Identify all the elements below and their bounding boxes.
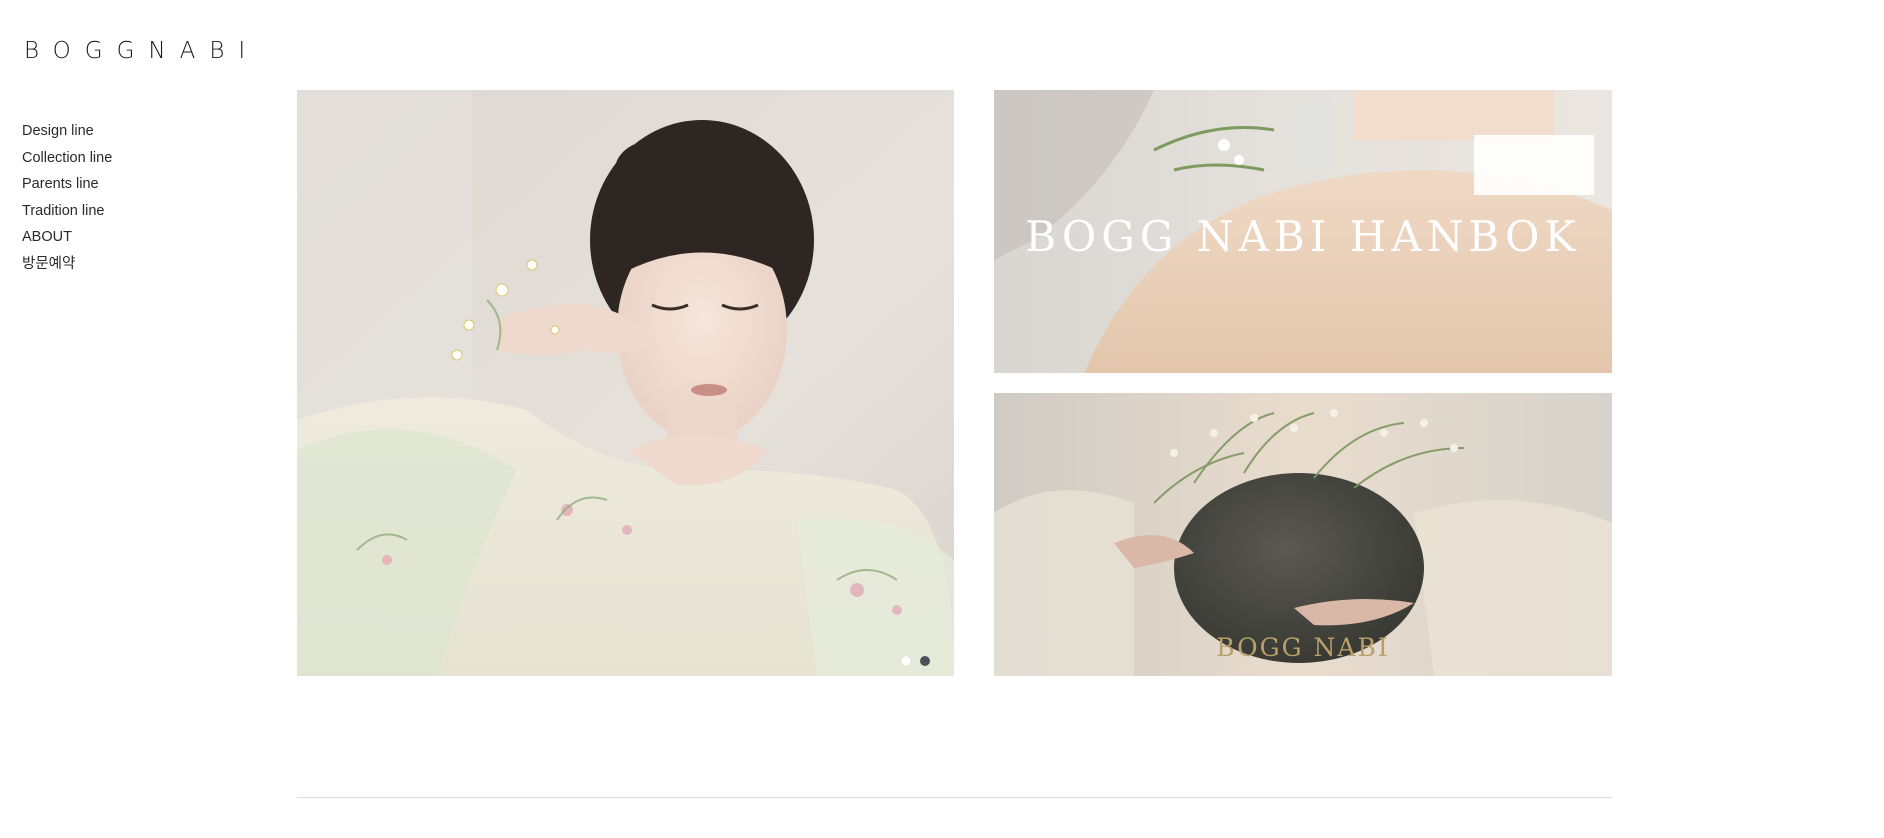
brand-watermark: BOGG NABI xyxy=(1216,633,1390,662)
nav-item-visit-reservation[interactable]: 방문예약 xyxy=(22,251,112,278)
nav-item-design-line[interactable]: Design line xyxy=(22,118,112,145)
footer-divider xyxy=(297,797,1612,798)
nav-item-tradition-line[interactable]: Tradition line xyxy=(22,198,112,225)
banner-title: BOGG NABI HANBOK xyxy=(1025,212,1581,261)
model-photo xyxy=(297,90,954,676)
nav-item-about[interactable]: ABOUT xyxy=(22,224,112,251)
sidebar-nav: Design line Collection line Parents line… xyxy=(22,118,112,277)
brand-logo[interactable]: BOGGNABI xyxy=(24,40,259,63)
nav-item-collection-line[interactable]: Collection line xyxy=(22,145,112,172)
slider-dot-1[interactable] xyxy=(901,656,911,666)
slider-pagination xyxy=(901,656,930,666)
slider-dot-2[interactable] xyxy=(920,656,930,666)
nav-item-parents-line[interactable]: Parents line xyxy=(22,171,112,198)
brand-banner[interactable]: BOGG NABI xyxy=(994,393,1612,676)
hanbok-banner[interactable]: BOGG NABI HANBOK xyxy=(994,90,1612,373)
main-slider[interactable] xyxy=(297,90,954,676)
